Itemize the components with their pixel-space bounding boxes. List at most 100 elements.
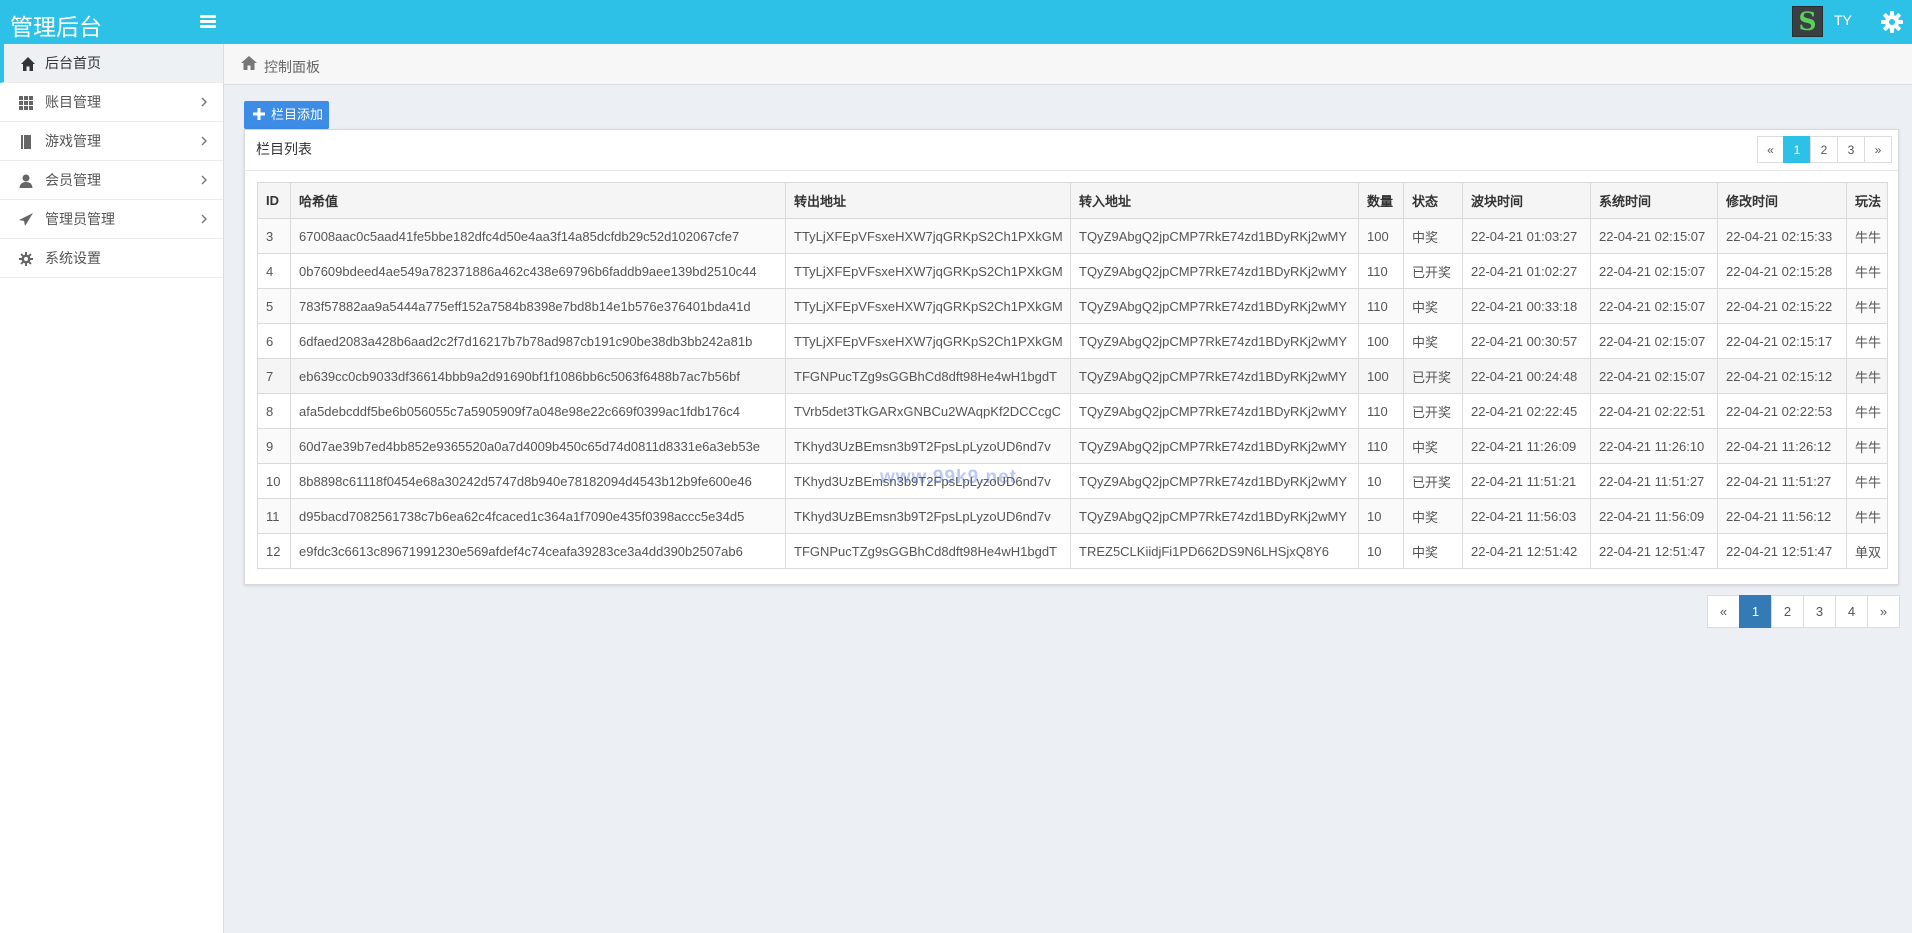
pagination-bottom: « 1 2 3 4 » [1707,595,1900,628]
table-row[interactable]: 6 6dfaed2083a428b6aad2c2f7d16217b7b78ad98… [257,323,1888,359]
column-header[interactable]: ID [257,182,291,219]
sidebar-item-accounts[interactable]: 账目管理 [0,83,223,122]
cell-status: 已开奖 [1403,358,1463,394]
cell-status: 中奖 [1403,218,1463,254]
cell-game-type: 牛牛 [1846,393,1888,429]
pagination-page[interactable]: 4 [1835,595,1868,628]
data-table: ID 哈希值 转出地址 转入地址 数量 状态 波块时间 系统时间 修改时间 玩法… [257,182,1888,569]
sidebar-item-label: 会员管理 [45,172,101,188]
table-row[interactable]: 5 783f57882aa9a5444a775eff152a7584b8398e7… [257,288,1888,324]
cell-status: 已开奖 [1403,463,1463,499]
pagination-prev[interactable]: « [1757,136,1784,163]
column-header[interactable]: 系统时间 [1590,182,1718,219]
cell-from-address: TTyLjXFEpVFsxeHXW7jqGRKpS2Ch1PXkGM [785,323,1071,359]
cell-modified-time: 22-04-21 02:15:22 [1717,288,1847,324]
sidebar-item-members[interactable]: 会员管理 [0,161,223,200]
table-row[interactable]: 7 eb639cc0cb9033df36614bbb9a2d91690bf1f10… [257,358,1888,394]
cell-amount: 10 [1358,463,1404,499]
cell-id: 7 [257,358,291,394]
sidebar-item-label: 系统设置 [45,250,101,266]
cell-block-time: 22-04-21 01:03:27 [1462,218,1591,254]
pagination-page[interactable]: 3 [1837,136,1865,163]
cell-block-time: 22-04-21 11:56:03 [1462,498,1591,534]
sidebar-item-admins[interactable]: 管理员管理 [0,200,223,239]
cell-status: 已开奖 [1403,253,1463,289]
pagination-page[interactable]: 2 [1810,136,1838,163]
menu-toggle-icon[interactable] [196,9,222,35]
cell-hash: 783f57882aa9a5444a775eff152a7584b8398e7b… [290,288,786,324]
cell-id: 4 [257,253,291,289]
book-icon [21,135,31,149]
cell-id: 5 [257,288,291,324]
cell-hash: 67008aac0c5aad41fe5bbe182dfc4d50e4aa3f14… [290,218,786,254]
cell-status: 中奖 [1403,533,1463,569]
home-icon[interactable] [240,55,258,71]
cell-system-time: 22-04-21 11:51:27 [1590,463,1718,499]
column-header[interactable]: 转入地址 [1070,182,1359,219]
watermark: www.99k9.net [880,467,1017,488]
sidebar-item-home[interactable]: 后台首页 [0,44,223,83]
table-row[interactable]: 10 8b8898c61118f0454e68a30242d5747d8b940e… [257,463,1888,499]
column-header[interactable]: 哈希值 [290,182,786,219]
table-row[interactable]: 8 afa5debcddf5be6b056055c7a5905909f7a048e… [257,393,1888,429]
pagination-prev[interactable]: « [1707,595,1740,628]
cell-id: 11 [257,498,291,534]
cell-system-time: 22-04-21 02:15:07 [1590,253,1718,289]
column-header[interactable]: 玩法 [1846,182,1888,219]
cell-to-address: TQyZ9AbgQ2jpCMP7RkE74zd1BDyRKj2wMY [1070,498,1359,534]
table-row[interactable]: 11 d95bacd7082561738c7b6ea62c4fcaced1c364… [257,498,1888,534]
cell-game-type: 牛牛 [1846,323,1888,359]
cell-system-time: 22-04-21 12:51:47 [1590,533,1718,569]
column-header[interactable]: 状态 [1403,182,1463,219]
cell-status: 中奖 [1403,428,1463,464]
pagination-top: « 1 2 3 » [1757,136,1892,163]
column-header[interactable]: 波块时间 [1462,182,1591,219]
cell-modified-time: 22-04-21 11:56:12 [1717,498,1847,534]
cell-hash: 8b8898c61118f0454e68a30242d5747d8b940e78… [290,463,786,499]
table-row[interactable]: 4 0b7609bdeed4ae549a782371886a462c438e697… [257,253,1888,289]
pagination-page[interactable]: 2 [1771,595,1804,628]
table-row[interactable]: 12 e9fdc3c6613c89671991230e569afdef4c74ce… [257,533,1888,569]
settings-gear-icon[interactable] [1880,10,1904,34]
cell-hash: afa5debcddf5be6b056055c7a5905909f7a048e9… [290,393,786,429]
cell-block-time: 22-04-21 11:51:21 [1462,463,1591,499]
cell-id: 8 [257,393,291,429]
breadcrumb-current[interactable]: 控制面板 [264,57,320,77]
sidebar-item-label: 管理员管理 [45,211,115,227]
column-header[interactable]: 数量 [1358,182,1404,219]
cell-amount: 110 [1358,393,1404,429]
cell-block-time: 22-04-21 01:02:27 [1462,253,1591,289]
cell-hash: 0b7609bdeed4ae549a782371886a462c438e6979… [290,253,786,289]
pagination-page[interactable]: 1 [1739,595,1772,628]
cell-block-time: 22-04-21 11:26:09 [1462,428,1591,464]
pagination-next[interactable]: » [1864,136,1892,163]
cell-to-address: TQyZ9AbgQ2jpCMP7RkE74zd1BDyRKj2wMY [1070,428,1359,464]
column-header[interactable]: 修改时间 [1717,182,1847,219]
cell-hash: 60d7ae39b7ed4bb852e9365520a0a7d4009b450c… [290,428,786,464]
sidebar-item-games[interactable]: 游戏管理 [0,122,223,161]
pagination-page[interactable]: 1 [1783,136,1811,163]
chevron-right-icon [201,175,207,185]
cell-to-address: TQyZ9AbgQ2jpCMP7RkE74zd1BDyRKj2wMY [1070,253,1359,289]
column-header[interactable]: 转出地址 [785,182,1071,219]
panel-title: 栏目列表 [256,141,312,157]
grid-icon [19,96,33,110]
pagination-page[interactable]: 3 [1803,595,1836,628]
panel-header: 栏目列表 « 1 2 3 » [245,130,1898,171]
avatar-letter: S [1798,7,1817,36]
cell-amount: 10 [1358,498,1404,534]
breadcrumb: 控制面板 [224,44,1912,85]
cell-to-address: TQyZ9AbgQ2jpCMP7RkE74zd1BDyRKj2wMY [1070,218,1359,254]
pagination-next[interactable]: » [1867,595,1900,628]
cell-to-address: TQyZ9AbgQ2jpCMP7RkE74zd1BDyRKj2wMY [1070,358,1359,394]
sidebar-item-settings[interactable]: 系统设置 [0,239,223,278]
cell-status: 已开奖 [1403,393,1463,429]
table-row[interactable]: 9 60d7ae39b7ed4bb852e9365520a0a7d4009b450… [257,428,1888,464]
cell-to-address: TQyZ9AbgQ2jpCMP7RkE74zd1BDyRKj2wMY [1070,393,1359,429]
gear-icon [19,252,33,266]
cell-amount: 110 [1358,288,1404,324]
avatar[interactable]: S [1792,6,1823,37]
add-column-button[interactable]: 栏目添加 [244,101,329,129]
table-row[interactable]: 3 67008aac0c5aad41fe5bbe182dfc4d50e4aa3f1… [257,218,1888,254]
username[interactable]: TY [1834,12,1852,28]
